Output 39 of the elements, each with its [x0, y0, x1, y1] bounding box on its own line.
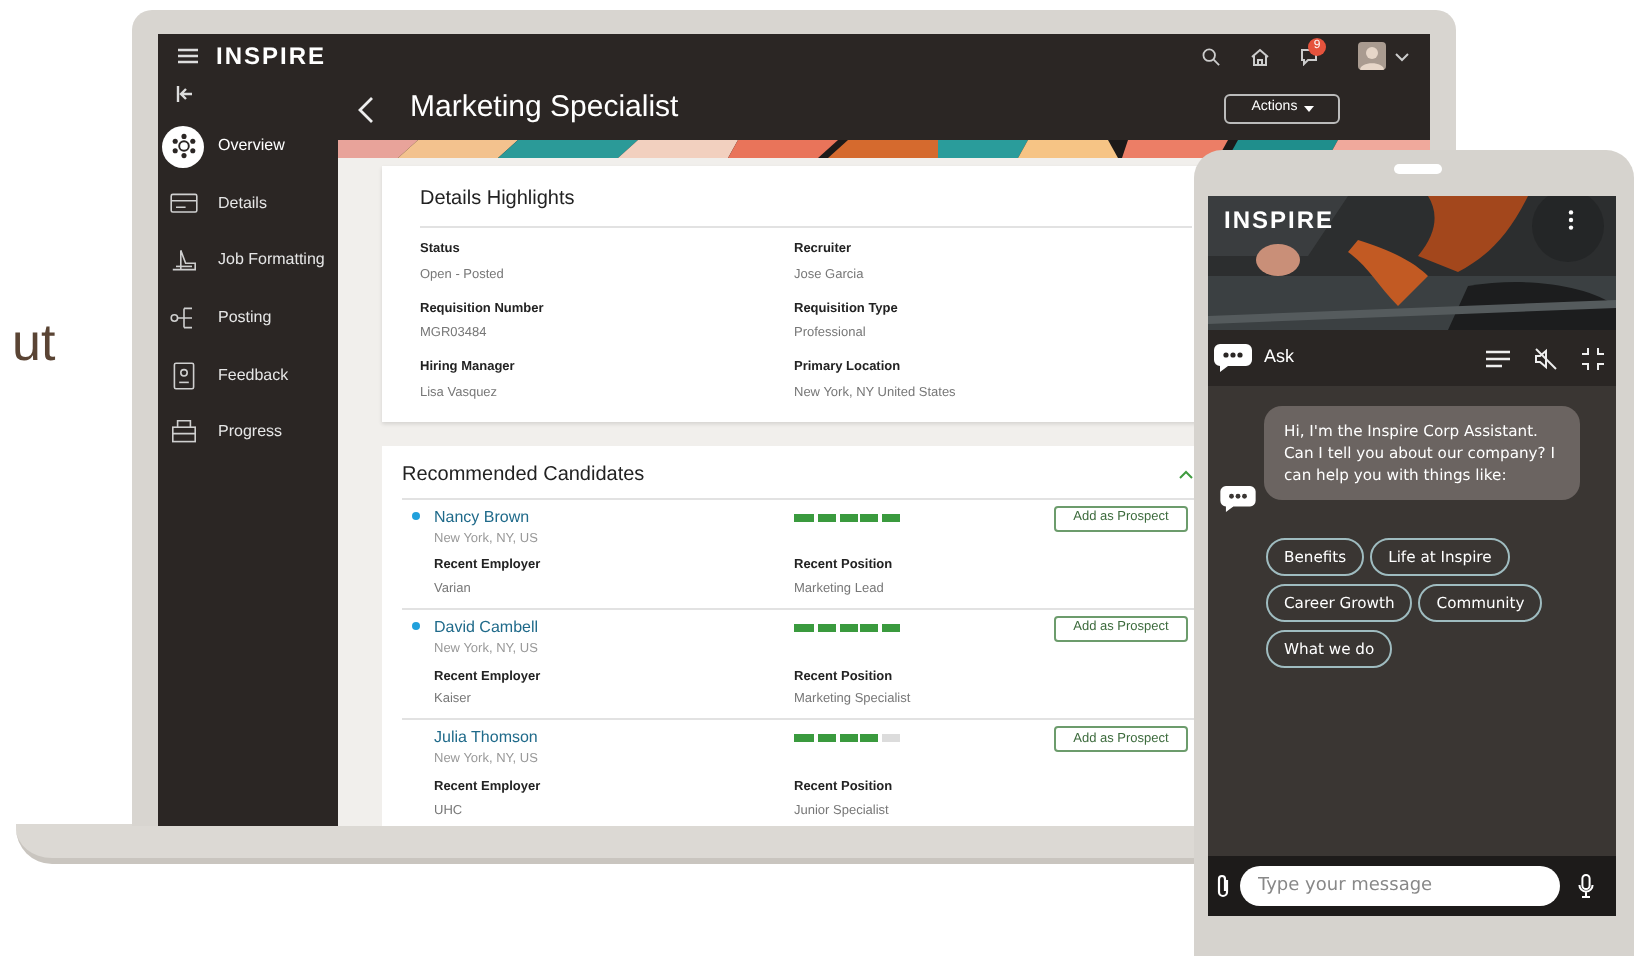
more-options-icon[interactable]	[1568, 210, 1574, 230]
match-meter	[794, 734, 900, 742]
search-icon[interactable]	[1202, 47, 1220, 65]
chevron-down-icon[interactable]	[1394, 51, 1410, 61]
home-icon[interactable]	[1250, 47, 1270, 65]
sidebar-item[interactable]: Job Formatting	[158, 232, 338, 290]
sidebar-item[interactable]: Overview	[158, 118, 338, 176]
message-field[interactable]: Type your message	[1240, 866, 1560, 906]
menu-icon[interactable]	[178, 48, 198, 64]
sidebar-item[interactable]: Details	[158, 175, 338, 233]
page-title: Marketing Specialist	[410, 88, 679, 129]
sidebar-item[interactable]: Progress	[158, 403, 338, 462]
cut-off-heading: ut	[12, 310, 56, 376]
card-title: Recommended Candidates	[402, 461, 645, 489]
chat-title: Ask	[1264, 344, 1295, 371]
candidate-name-link[interactable]: Nancy Brown	[434, 505, 794, 529]
microphone-icon[interactable]	[1578, 874, 1594, 898]
card-title: Details Highlights	[420, 166, 1192, 228]
candidate-name-link[interactable]: David Cambell	[434, 615, 794, 640]
match-meter	[794, 623, 900, 632]
collapse-sidebar-icon[interactable]	[176, 86, 194, 102]
chat-bubble-icon	[1220, 486, 1256, 512]
back-icon[interactable]	[358, 95, 374, 123]
caret-icon	[1303, 106, 1314, 112]
sidebar-item[interactable]: Posting	[158, 289, 338, 347]
candidate-name-link[interactable]: Julia Thomson	[434, 726, 794, 750]
app-logo: INSPIRE	[1224, 204, 1335, 238]
chat-icon[interactable]	[1300, 48, 1318, 66]
network-icon	[167, 130, 199, 163]
text-lines-icon[interactable]	[1486, 349, 1510, 367]
chevron-icon[interactable]	[1178, 469, 1194, 479]
match-meter	[794, 513, 900, 521]
minimize-icon[interactable]	[1582, 347, 1604, 369]
sidebar-item[interactable]: Feedback	[158, 346, 338, 404]
muted-speaker-icon[interactable]	[1534, 347, 1558, 369]
speaker-grille	[1394, 164, 1442, 174]
app-logo: INSPIRE	[216, 40, 327, 74]
paperclip-icon[interactable]	[1216, 874, 1230, 898]
chat-bubble-icon	[1214, 344, 1252, 372]
